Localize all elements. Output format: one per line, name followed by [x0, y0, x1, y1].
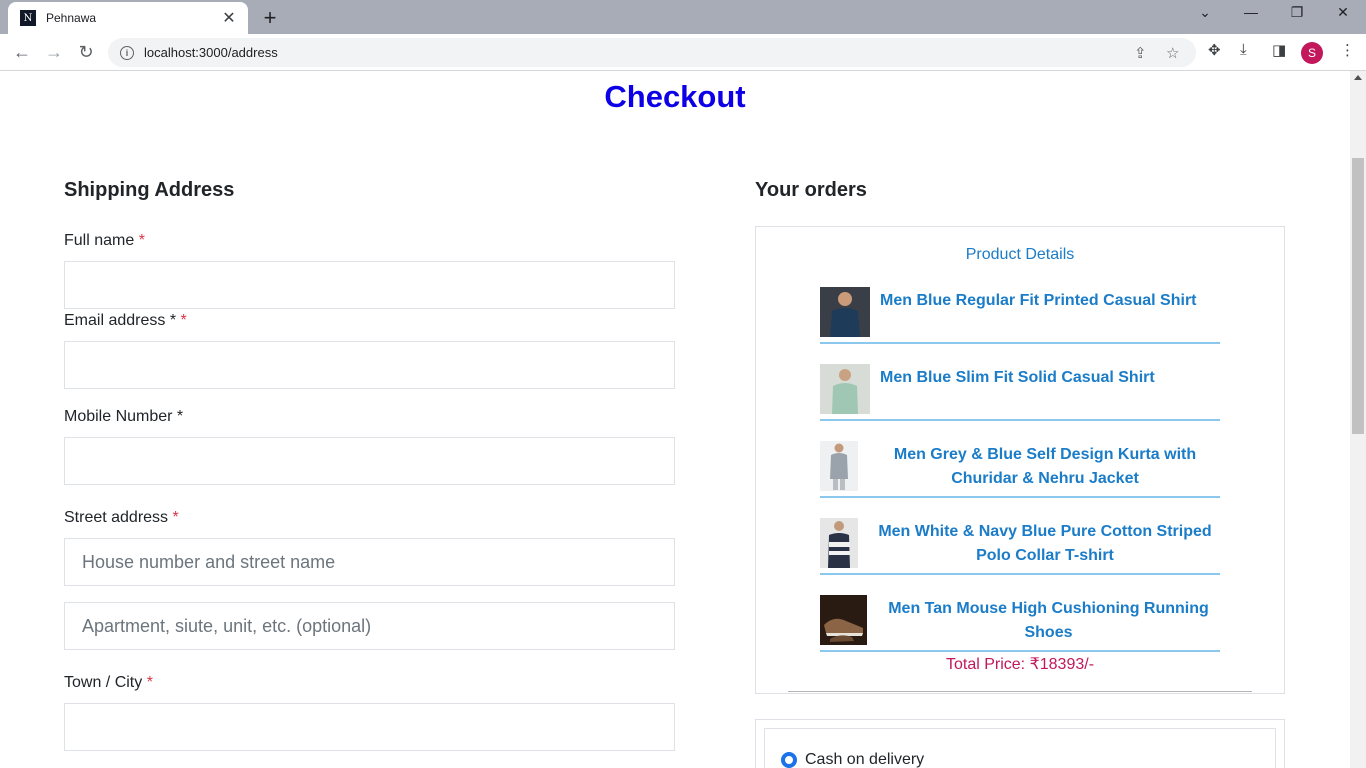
order-item[interactable]: Men Blue Slim Fit Solid Casual Shirt [820, 364, 1220, 421]
product-name-line-1[interactable]: Men White & Navy Blue Pure Cotton Stripe… [870, 520, 1220, 544]
divider [788, 691, 1252, 692]
cod-radio[interactable] [781, 752, 797, 768]
browser-menu-icon[interactable]: ⋮ [1340, 41, 1355, 59]
product-details-title: Product Details [965, 246, 1075, 263]
close-window-icon[interactable]: ✕ [1331, 4, 1355, 21]
product-name-line-2[interactable]: Churidar & Nehru Jacket [870, 467, 1220, 491]
town-city-label: Town / City * [64, 674, 153, 691]
full-name-label: Full name * [64, 232, 145, 249]
order-item[interactable]: Men Blue Regular Fit Printed Casual Shir… [820, 287, 1220, 344]
address-bar[interactable]: i localhost:3000/address ⇪ ☆ [108, 38, 1196, 67]
required-mark: * [146, 674, 153, 691]
required-mark: * [180, 312, 187, 329]
close-tab-icon[interactable]: ✕ [220, 8, 238, 28]
shirt-mint-thumb-icon [820, 364, 870, 414]
product-name-line-1[interactable]: Men Grey & Blue Self Design Kurta with [870, 443, 1220, 467]
email-input[interactable] [64, 341, 675, 389]
page-title: Checkout [604, 79, 746, 114]
street-address-label: Street address * [64, 509, 179, 526]
mobile-number-label: Mobile Number * [64, 408, 184, 425]
payment-option-cod[interactable]: Cash on delivery [764, 728, 1276, 768]
scroll-up-arrow-icon[interactable] [1354, 75, 1362, 80]
apartment-input[interactable] [64, 602, 675, 650]
shirt-navy-thumb-icon [820, 287, 870, 337]
required-mark: * [172, 509, 179, 526]
product-name-line-2[interactable]: Shoes [877, 621, 1220, 645]
polo-striped-thumb-icon [820, 518, 858, 568]
tab-title: Pehnawa [46, 11, 97, 25]
town-city-input[interactable] [64, 703, 675, 751]
shipping-address-heading: Shipping Address [64, 179, 235, 201]
site-favicon-icon: N [20, 10, 36, 26]
orders-box: Product Details Men Blue Regular Fit Pri… [755, 226, 1285, 694]
restore-icon[interactable]: ❐ [1285, 4, 1309, 21]
email-label: Email address * * [64, 312, 187, 329]
mobile-number-input[interactable] [64, 437, 675, 485]
order-item[interactable]: Men Tan Mouse High Cushioning Running Sh… [820, 595, 1220, 652]
browser-tab[interactable]: N Pehnawa ✕ [8, 2, 248, 34]
order-item[interactable]: Men Grey & Blue Self Design Kurta with C… [820, 441, 1220, 498]
order-item[interactable]: Men White & Navy Blue Pure Cotton Stripe… [820, 518, 1220, 575]
product-name[interactable]: Men Blue Slim Fit Solid Casual Shirt [880, 366, 1220, 390]
total-price: Total Price: ₹18393/- [945, 656, 1095, 673]
download-icon[interactable]: ⤓ [1240, 41, 1247, 58]
share-icon[interactable]: ⇪ [1134, 44, 1147, 62]
site-info-icon[interactable]: i [120, 45, 134, 60]
product-name-line-2[interactable]: Polo Collar T-shirt [870, 544, 1220, 568]
minimize-icon[interactable]: — [1239, 4, 1263, 20]
extensions-puzzle-icon[interactable]: ✥ [1208, 41, 1221, 59]
browser-toolbar: ← → ↻ i localhost:3000/address ⇪ ☆ ✥ ⤓ ◨… [0, 34, 1366, 71]
required-mark: * [138, 232, 145, 249]
scrollbar-thumb[interactable] [1352, 158, 1364, 434]
reload-icon[interactable]: ↻ [74, 40, 98, 64]
your-orders-heading: Your orders [755, 179, 867, 201]
street-address-input[interactable] [64, 538, 675, 586]
page-scrollbar[interactable] [1350, 71, 1366, 768]
page-viewport: Checkout Shipping Address Full name * Em… [0, 71, 1350, 768]
payment-box: Cash on delivery [755, 719, 1285, 768]
profile-avatar[interactable]: S [1301, 42, 1323, 64]
cod-label[interactable]: Cash on delivery [805, 751, 924, 768]
product-name-line-1[interactable]: Men Tan Mouse High Cushioning Running [877, 597, 1220, 621]
kurta-grey-thumb-icon [820, 441, 858, 491]
forward-arrow-icon[interactable]: → [42, 40, 66, 64]
browser-tab-strip: N Pehnawa ✕ + ⌄ — ❐ ✕ [0, 0, 1366, 34]
side-panel-icon[interactable]: ◨ [1272, 41, 1286, 59]
shoes-tan-thumb-icon [820, 595, 867, 645]
product-name[interactable]: Men Blue Regular Fit Printed Casual Shir… [880, 289, 1220, 313]
full-name-input[interactable] [64, 261, 675, 309]
new-tab-icon[interactable]: + [258, 5, 282, 31]
tab-search-chevron-icon[interactable]: ⌄ [1193, 4, 1217, 21]
back-arrow-icon[interactable]: ← [10, 40, 34, 64]
bookmark-star-icon[interactable]: ☆ [1166, 44, 1179, 62]
url-text[interactable]: localhost:3000/address [144, 45, 278, 60]
